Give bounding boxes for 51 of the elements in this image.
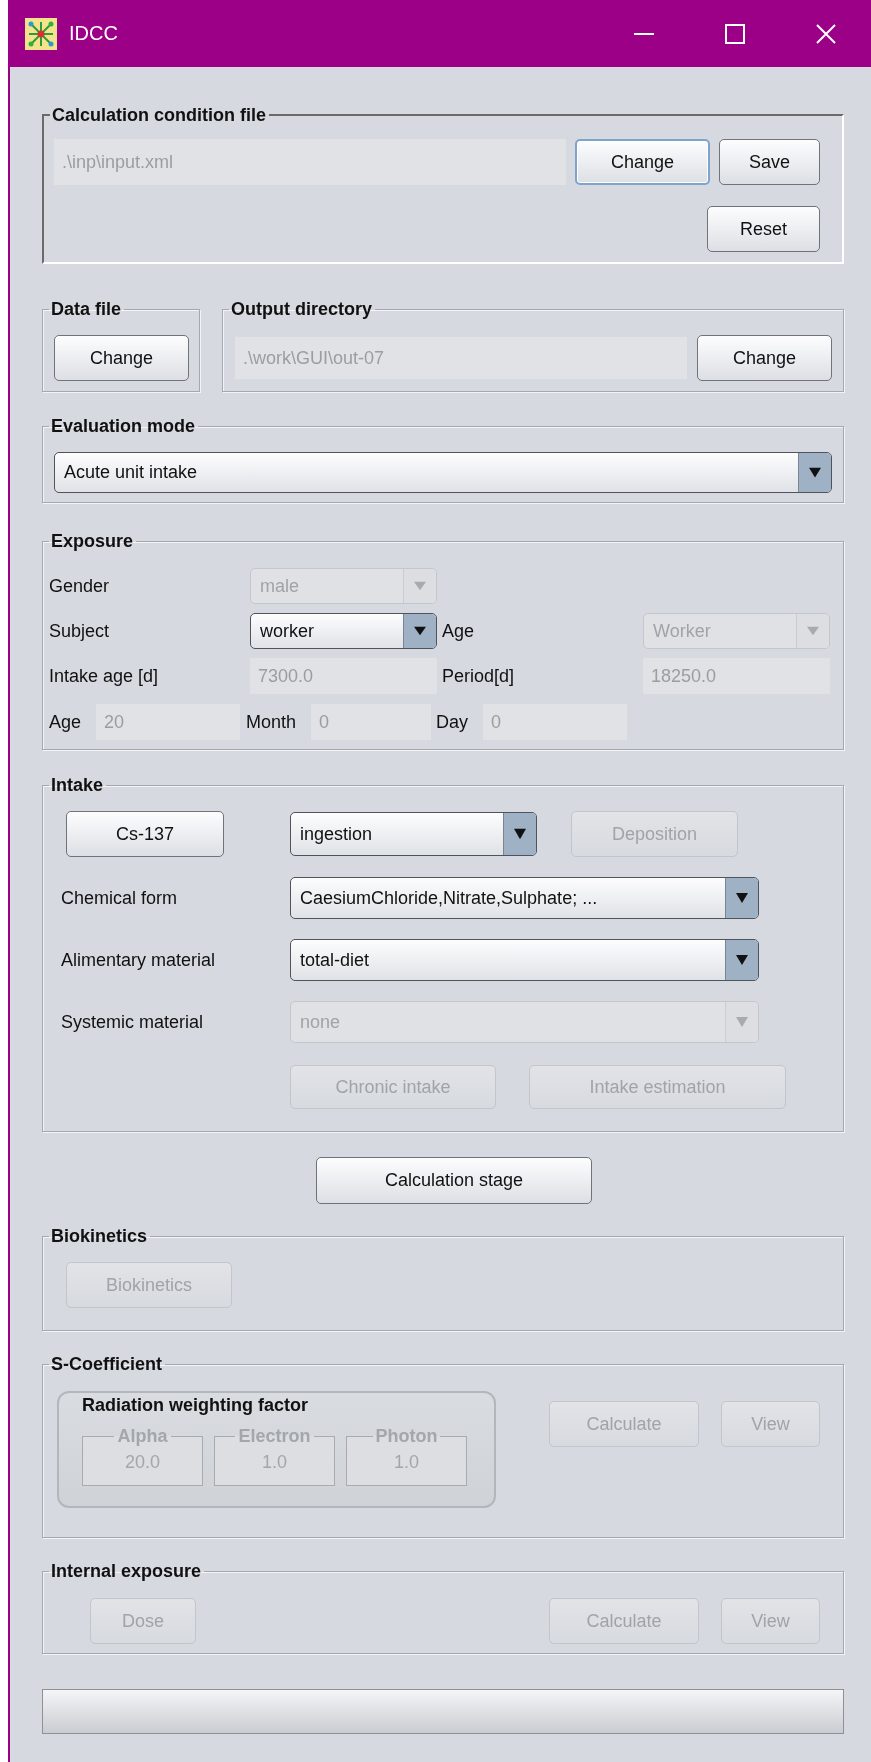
- field-label: Alimentary material: [60, 949, 217, 971]
- caret-icon: [503, 813, 536, 855]
- caret-icon: [725, 878, 758, 918]
- field-label: Day: [435, 711, 469, 733]
- route-dropdown[interactable]: ingestion: [290, 812, 537, 856]
- caret-icon: [403, 614, 436, 648]
- section-title: S-Coefficient: [50, 1353, 163, 1375]
- field-label: Subject: [49, 620, 111, 642]
- change-button[interactable]: Change: [697, 335, 832, 381]
- app-icon: [25, 17, 57, 50]
- save-button[interactable]: Save: [719, 139, 820, 185]
- caret-icon: [403, 569, 436, 603]
- subject-dropdown[interactable]: worker: [250, 613, 437, 649]
- close-icon[interactable]: [815, 23, 836, 44]
- section-title: Data file: [50, 298, 123, 320]
- factor-value: 1.0: [261, 1451, 288, 1474]
- maximize-icon[interactable]: [724, 23, 745, 44]
- material-dropdown[interactable]: CaesiumChloride,Nitrate,Sulphate; ...: [290, 877, 759, 919]
- factor-value: 20.0: [123, 1451, 161, 1474]
- section-title: Internal exposure: [50, 1560, 203, 1582]
- factor-value: 1.0: [393, 1451, 420, 1474]
- section-title: Evaluation mode: [50, 415, 197, 437]
- caret-icon: [796, 614, 829, 648]
- field-label: Month: [245, 711, 298, 733]
- group-title: Radiation weighting factor: [82, 1394, 309, 1416]
- section-title: Calculation condition file: [51, 104, 267, 126]
- factor-label: Photon: [374, 1425, 439, 1447]
- caret-icon: [725, 940, 758, 980]
- caret-icon: [725, 1002, 758, 1042]
- change-button[interactable]: Change: [575, 139, 710, 185]
- caret-icon: [798, 453, 831, 492]
- evaluation-mode-dropdown[interactable]: Acute unit intake: [54, 452, 832, 493]
- nuclide-button[interactable]: Cs-137: [66, 811, 224, 857]
- factor-label: Alpha: [116, 1425, 169, 1447]
- field-label: Gender: [49, 575, 111, 597]
- field-label: Intake age [d]: [49, 665, 160, 687]
- field-label: Age: [49, 711, 83, 733]
- calculation-stage-button[interactable]: Calculation stage: [316, 1157, 592, 1204]
- change-button[interactable]: Change: [54, 335, 189, 381]
- field-label: Chemical form: [60, 887, 179, 909]
- section-title: Output directory: [230, 298, 373, 320]
- section-title: Biokinetics: [50, 1225, 149, 1247]
- section-title: Intake: [50, 774, 105, 796]
- section-title: Exposure: [50, 530, 135, 552]
- field-label: Age: [441, 620, 476, 642]
- field-label: Period[d]: [441, 665, 516, 687]
- material-dropdown[interactable]: total-diet: [290, 939, 759, 981]
- factor-label: Electron: [237, 1425, 312, 1447]
- field-label: Systemic material: [60, 1011, 205, 1033]
- reset-button[interactable]: Reset: [707, 206, 820, 252]
- window-title: IDCC: [69, 22, 118, 45]
